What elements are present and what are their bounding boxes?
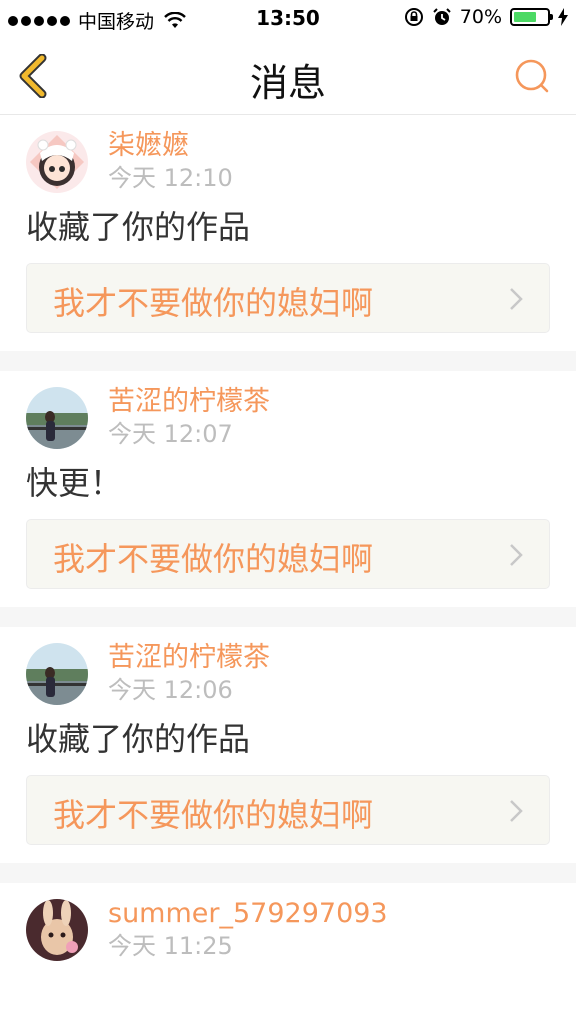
chevron-right-icon [510, 544, 523, 566]
page-title: 消息 [249, 61, 326, 105]
timestamp: 今天 11:25 [108, 932, 233, 960]
battery-level [514, 12, 537, 22]
timestamp: 今天 12:07 [108, 420, 233, 448]
work-link[interactable]: 我才不要做你的媳妇啊 [26, 519, 550, 589]
orientation-lock-icon [404, 8, 423, 26]
timestamp: 今天 12:06 [108, 676, 233, 704]
work-title: 我才不要做你的媳妇啊 [53, 796, 374, 834]
username[interactable]: 苦涩的柠檬茶 [108, 385, 270, 419]
alarm-icon [433, 8, 451, 25]
search-icon[interactable] [514, 58, 550, 94]
work-title: 我才不要做你的媳妇啊 [53, 540, 374, 578]
username[interactable]: 苦涩的柠檬茶 [108, 641, 270, 675]
work-title: 我才不要做你的媳妇啊 [53, 284, 374, 322]
username[interactable]: 柒嬷嬷 [108, 129, 233, 163]
battery-icon [510, 8, 553, 26]
user-avatar[interactable] [26, 643, 88, 705]
timestamp: 今天 12:10 [108, 164, 233, 192]
chevron-right-icon [510, 288, 523, 310]
battery-percent: 70% [459, 6, 502, 28]
status-right: 70% [404, 6, 568, 28]
user-avatar[interactable] [26, 387, 88, 449]
username[interactable]: summer_579297093 [108, 897, 388, 931]
nav-bar: 消息 [0, 38, 576, 115]
work-link[interactable]: 我才不要做你的媳妇啊 [26, 263, 550, 333]
message-content: 快更！ [26, 464, 123, 502]
user-avatar[interactable] [26, 131, 88, 193]
message-item: summer_579297093 今天 11:25 [0, 883, 576, 979]
separator [0, 351, 576, 371]
user-avatar[interactable] [26, 899, 88, 961]
separator [0, 607, 576, 627]
message-item: 苦涩的柠檬茶 今天 12:06 收藏了你的作品 我才不要做你的媳妇啊 [0, 627, 576, 863]
message-list: 柒嬷嬷 今天 12:10 收藏了你的作品 我才不要做你的媳妇啊 苦涩的柠檬茶 今… [0, 115, 576, 979]
separator [0, 863, 576, 883]
chevron-right-icon [510, 800, 523, 822]
charging-bolt-icon [558, 8, 568, 26]
work-link[interactable]: 我才不要做你的媳妇啊 [26, 775, 550, 845]
message-content: 收藏了你的作品 [26, 208, 251, 246]
message-item: 苦涩的柠檬茶 今天 12:07 快更！ 我才不要做你的媳妇啊 [0, 371, 576, 607]
status-bar: 中国移动 13:50 70% [0, 0, 576, 38]
message-content: 收藏了你的作品 [26, 720, 251, 758]
message-item: 柒嬷嬷 今天 12:10 收藏了你的作品 我才不要做你的媳妇啊 [0, 115, 576, 351]
